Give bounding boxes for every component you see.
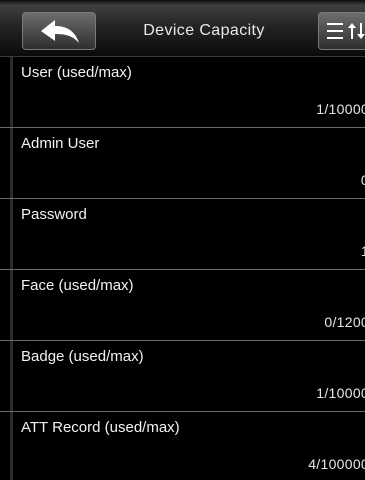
row-label: Password [21,206,87,223]
row-label: User (used/max) [21,64,132,81]
row-accent [10,199,13,269]
capacity-row-admin-user[interactable]: Admin User 0 [0,128,365,199]
device-capacity-screen: Device Capacity User (used/max) 1/10000 … [0,0,365,480]
capacity-row-user[interactable]: User (used/max) 1/10000 [0,57,365,128]
row-value: 0 [361,172,365,188]
back-button[interactable] [22,12,96,50]
capacity-row-face[interactable]: Face (used/max) 0/1200 [0,270,365,341]
row-value: 1 [361,243,365,259]
title-bar: Device Capacity [0,0,365,57]
back-arrow-icon [41,20,79,43]
page-title: Device Capacity [143,22,265,39]
capacity-row-badge[interactable]: Badge (used/max) 1/10000 [0,341,365,412]
capacity-row-att-record[interactable]: ATT Record (used/max) 4/100000 [0,412,365,480]
row-accent [10,341,13,411]
capacity-row-password[interactable]: Password 1 [0,199,365,270]
row-value: 1/10000 [316,385,365,401]
capacity-list: User (used/max) 1/10000 Admin User 0 Pas… [0,57,365,480]
row-accent [10,57,13,127]
row-value: 4/100000 [308,456,365,472]
row-label: Admin User [21,135,100,152]
row-value: 0/1200 [324,314,365,330]
row-label: ATT Record (used/max) [21,419,180,436]
row-label: Face (used/max) [21,277,134,294]
menu-button[interactable] [318,12,365,50]
sort-menu-icon [327,23,365,39]
row-accent [10,412,13,480]
title-bar-edge [0,0,365,5]
row-accent [10,128,13,198]
row-accent [10,270,13,340]
row-value: 1/10000 [316,101,365,117]
row-label: Badge (used/max) [21,348,144,365]
